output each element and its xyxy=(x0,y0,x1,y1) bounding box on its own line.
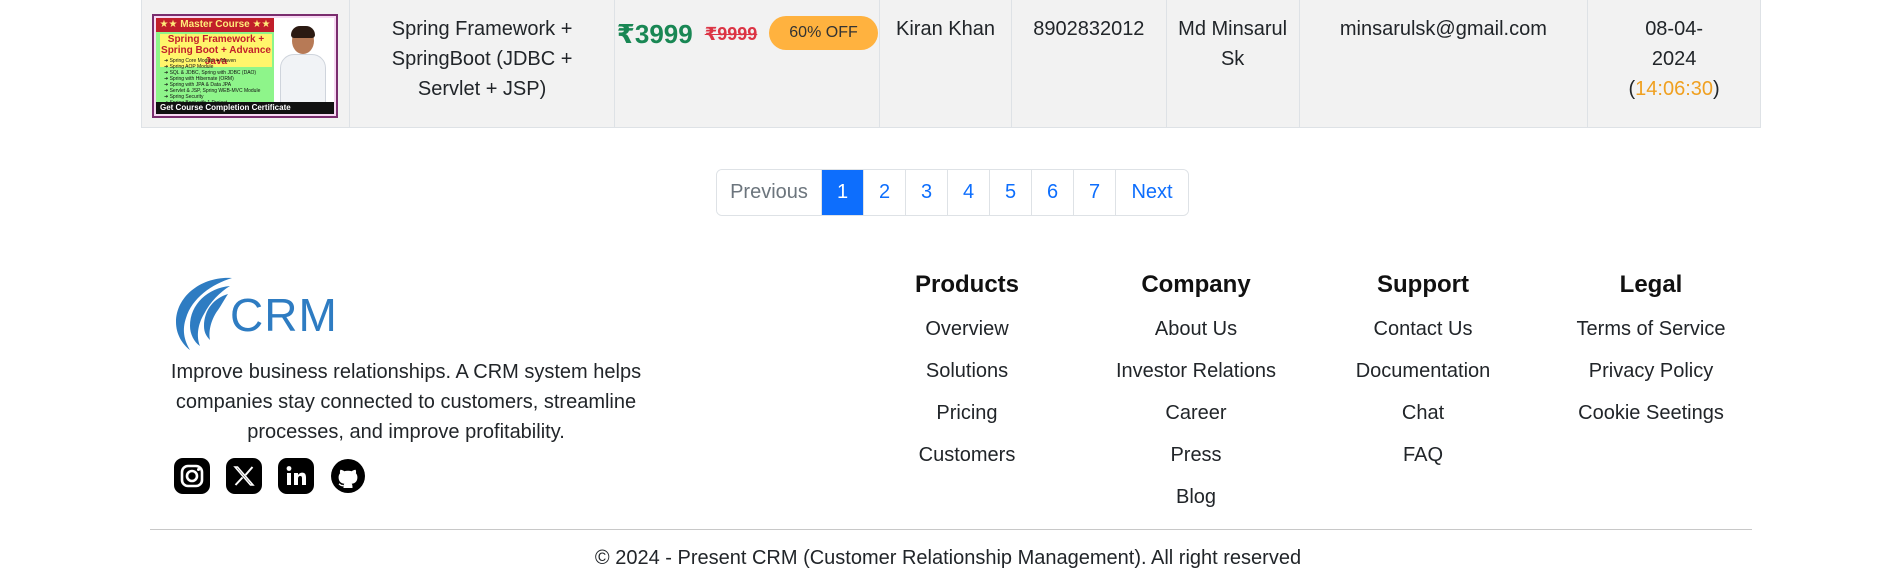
pagination-page-3[interactable]: 3 xyxy=(906,170,948,215)
instagram-icon[interactable] xyxy=(174,458,210,494)
footer-link-contact-us[interactable]: Contact Us xyxy=(1328,308,1518,350)
linkedin-icon[interactable] xyxy=(278,458,314,494)
brand-name: CRM xyxy=(230,289,338,341)
footer-copyright: © 2024 - Present CRM (Customer Relations… xyxy=(594,547,1302,569)
pagination-page-1[interactable]: 1 xyxy=(822,170,864,215)
footer-link-overview[interactable]: Overview xyxy=(872,308,1062,350)
phone-number: 8902832012 xyxy=(1033,18,1145,40)
social-links xyxy=(174,458,366,494)
current-price: ₹3999 xyxy=(616,19,693,49)
footer-link-documentation[interactable]: Documentation xyxy=(1328,350,1518,392)
footer-link-about-us[interactable]: About Us xyxy=(1100,308,1292,350)
pagination-page-5[interactable]: 5 xyxy=(990,170,1032,215)
footer-link-cookie-settings[interactable]: Cookie Seetings xyxy=(1556,392,1746,434)
course-thumbnail[interactable]: ★★ Master Course ★★ Spring Framework + S… xyxy=(152,14,338,118)
thumbnail-banner: ★★ Master Course ★★ xyxy=(156,18,274,32)
footer-divider xyxy=(150,529,1752,530)
footer-link-press[interactable]: Press xyxy=(1100,434,1292,476)
instructor-shirt xyxy=(280,54,326,108)
footer-column-products: Products Overview Solutions Pricing Cust… xyxy=(872,268,1062,476)
employee-name-cell: Md Minsarul Sk xyxy=(1167,0,1300,127)
footer-brand-logo[interactable]: CRM xyxy=(172,274,342,350)
pagination-previous-button[interactable]: Previous xyxy=(717,170,822,215)
footer-link-chat[interactable]: Chat xyxy=(1328,392,1518,434)
footer-column-company: Company About Us Investor Relations Care… xyxy=(1100,268,1292,518)
footer-heading-products: Products xyxy=(914,271,1019,298)
discount-badge: 60% OFF xyxy=(769,16,878,50)
order-date: 08-04- 2024 (14:06:30) xyxy=(1629,18,1720,100)
footer-heading-legal: Legal xyxy=(1619,271,1683,298)
employee-name: Md Minsarul Sk xyxy=(1178,18,1288,70)
footer-link-faq[interactable]: FAQ xyxy=(1328,434,1518,476)
pagination: Previous 1 2 3 4 5 6 7 Next xyxy=(716,169,1189,216)
footer-column-legal: Legal Terms of Service Privacy Policy Co… xyxy=(1556,268,1746,434)
pagination-page-2[interactable]: 2 xyxy=(864,170,906,215)
footer-link-pricing[interactable]: Pricing xyxy=(872,392,1062,434)
footer-link-terms-of-service[interactable]: Terms of Service xyxy=(1556,308,1746,350)
course-thumbnail-cell: ★★ Master Course ★★ Spring Framework + S… xyxy=(142,0,350,127)
price-cell: ₹3999 ₹9999 60% OFF xyxy=(615,0,881,127)
instructor-photo xyxy=(280,26,326,108)
customer-name: Kiran Khan xyxy=(896,18,995,40)
footer-link-customers[interactable]: Customers xyxy=(872,434,1062,476)
course-name: Spring Framework + SpringBoot (JDBC + Se… xyxy=(391,18,573,100)
order-date-line1: 08-04- xyxy=(1645,18,1703,40)
instructor-hair xyxy=(291,26,315,38)
thumbnail-bullet-list: ➜ Spring Core Module ➜ Maven ➜ Spring AO… xyxy=(164,58,272,106)
email-cell: minsarulsk@gmail.com xyxy=(1300,0,1589,127)
phone-cell: 8902832012 xyxy=(1012,0,1167,127)
email-address: minsarulsk@gmail.com xyxy=(1339,18,1547,40)
order-table-row: ★★ Master Course ★★ Spring Framework + S… xyxy=(141,0,1761,128)
order-time: 14:06:30 xyxy=(1635,78,1714,100)
thumbnail-canvas: ★★ Master Course ★★ Spring Framework + S… xyxy=(156,18,334,114)
thumbnail-title-line1: Spring Framework + xyxy=(160,34,272,45)
pagination-next-button[interactable]: Next xyxy=(1116,170,1188,215)
footer-link-investor-relations[interactable]: Investor Relations xyxy=(1100,350,1292,392)
footer-link-career[interactable]: Career xyxy=(1100,392,1292,434)
thumbnail-footer: Get Course Completion Certificate xyxy=(156,102,334,114)
date-cell: 08-04- 2024 (14:06:30) xyxy=(1588,0,1760,127)
course-name-cell: Spring Framework + SpringBoot (JDBC + Se… xyxy=(350,0,616,127)
customer-name-cell: Kiran Khan xyxy=(880,0,1012,127)
x-twitter-icon[interactable] xyxy=(226,458,262,494)
pagination-page-6[interactable]: 6 xyxy=(1032,170,1074,215)
footer-link-solutions[interactable]: Solutions xyxy=(872,350,1062,392)
footer-column-support: Support Contact Us Documentation Chat FA… xyxy=(1328,268,1518,476)
pagination-page-7[interactable]: 7 xyxy=(1074,170,1116,215)
crm-swoosh-icon xyxy=(176,277,232,350)
footer-description: Improve business relationships. A CRM sy… xyxy=(170,361,642,443)
footer-link-blog[interactable]: Blog xyxy=(1100,476,1292,518)
footer-heading-company: Company xyxy=(1141,271,1251,298)
pagination-page-4[interactable]: 4 xyxy=(948,170,990,215)
footer-heading-support: Support xyxy=(1377,271,1469,298)
footer-link-privacy-policy[interactable]: Privacy Policy xyxy=(1556,350,1746,392)
original-price: ₹9999 xyxy=(704,24,758,44)
github-icon[interactable] xyxy=(330,458,366,494)
order-date-line2-suffix: ) xyxy=(1713,78,1720,100)
